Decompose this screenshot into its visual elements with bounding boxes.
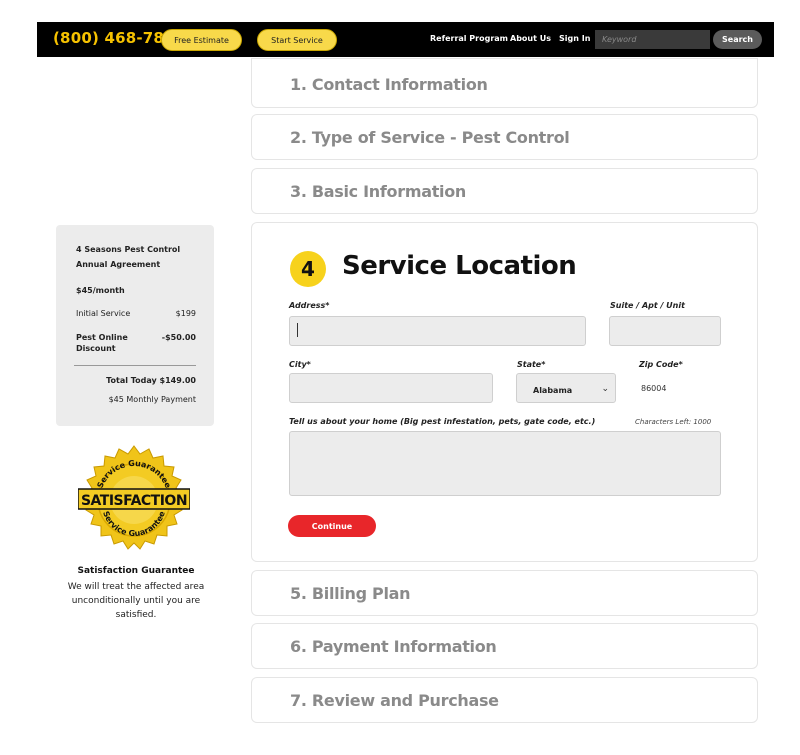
- step-type-of-service[interactable]: 2. Type of Service - Pest Control: [251, 114, 758, 160]
- address-label: Address*: [289, 301, 330, 310]
- plan-name-line1: 4 Seasons Pest Control: [76, 245, 181, 254]
- step-payment-information[interactable]: 6. Payment Information: [251, 623, 758, 669]
- step-label: 1. Contact Information: [290, 75, 488, 94]
- initial-service-label: Initial Service: [76, 309, 131, 318]
- step-label: 2. Type of Service - Pest Control: [290, 128, 570, 147]
- discount-label-line2: Discount: [76, 344, 116, 353]
- free-estimate-button[interactable]: Free Estimate: [161, 29, 242, 51]
- plan-name-line2: Annual Agreement: [76, 260, 161, 269]
- suite-label: Suite / Apt / Unit: [610, 301, 685, 310]
- zip-code-input[interactable]: 86004: [641, 384, 666, 393]
- city-label: City*: [289, 360, 311, 369]
- satisfaction-seal-icon: Service Guarantee SATISFACTION Service G…: [78, 445, 190, 550]
- guarantee-title: Satisfaction Guarantee: [77, 566, 195, 576]
- address-input[interactable]: [289, 316, 586, 346]
- city-input[interactable]: [289, 373, 493, 403]
- order-summary: 4 Seasons Pest Control Annual Agreement …: [56, 225, 214, 426]
- step-billing-plan[interactable]: 5. Billing Plan: [251, 570, 758, 616]
- zip-label: Zip Code*: [639, 360, 683, 369]
- step-number-badge: 4: [290, 251, 326, 287]
- keyword-search-input[interactable]: [595, 30, 710, 49]
- guarantee-text: We will treat the affected area uncondit…: [67, 582, 205, 620]
- state-label: State*: [517, 360, 546, 369]
- step-basic-information[interactable]: 3. Basic Information: [251, 168, 758, 214]
- search-button[interactable]: Search: [713, 30, 762, 49]
- step-label: 6. Payment Information: [290, 637, 497, 656]
- plan-price: $45/month: [76, 286, 125, 295]
- continue-button[interactable]: Continue: [288, 515, 376, 537]
- state-selected-value: Alabama: [533, 386, 573, 395]
- characters-left-counter: Characters Left: 1000: [635, 418, 712, 426]
- discount-label-line1: Pest Online: [76, 333, 128, 342]
- step-contact-information[interactable]: 1. Contact Information: [251, 58, 758, 108]
- home-notes-textarea[interactable]: [289, 431, 721, 496]
- step-label: 7. Review and Purchase: [290, 691, 499, 710]
- start-service-button[interactable]: Start Service: [257, 29, 337, 51]
- step-label: 5. Billing Plan: [290, 584, 411, 603]
- summary-divider: [74, 365, 196, 366]
- state-select[interactable]: Alabama ⌄: [516, 373, 616, 403]
- initial-service-value: $199: [175, 309, 196, 318]
- discount-value: -$50.00: [161, 333, 196, 342]
- step-label: 3. Basic Information: [290, 182, 467, 201]
- step-review-and-purchase[interactable]: 7. Review and Purchase: [251, 677, 758, 723]
- chevron-down-icon: ⌄: [601, 384, 609, 394]
- total-today: Total Today $149.00: [106, 376, 196, 385]
- text-cursor: [297, 323, 298, 337]
- step-service-location: 4 Service Location Address* Suite / Apt …: [251, 222, 758, 562]
- step-title: Service Location: [342, 251, 577, 281]
- home-notes-label: Tell us about your home (Big pest infest…: [289, 417, 596, 426]
- top-nav-bar: (800) 468-7859 Free Estimate Start Servi…: [37, 22, 774, 57]
- seal-main-text: SATISFACTION: [81, 493, 187, 509]
- monthly-payment: $45 Monthly Payment: [108, 395, 196, 404]
- nav-referral-program[interactable]: Referral Program: [430, 34, 508, 43]
- suite-input[interactable]: [609, 316, 721, 346]
- nav-sign-in[interactable]: Sign In: [559, 34, 590, 43]
- nav-about-us[interactable]: About Us: [510, 34, 551, 43]
